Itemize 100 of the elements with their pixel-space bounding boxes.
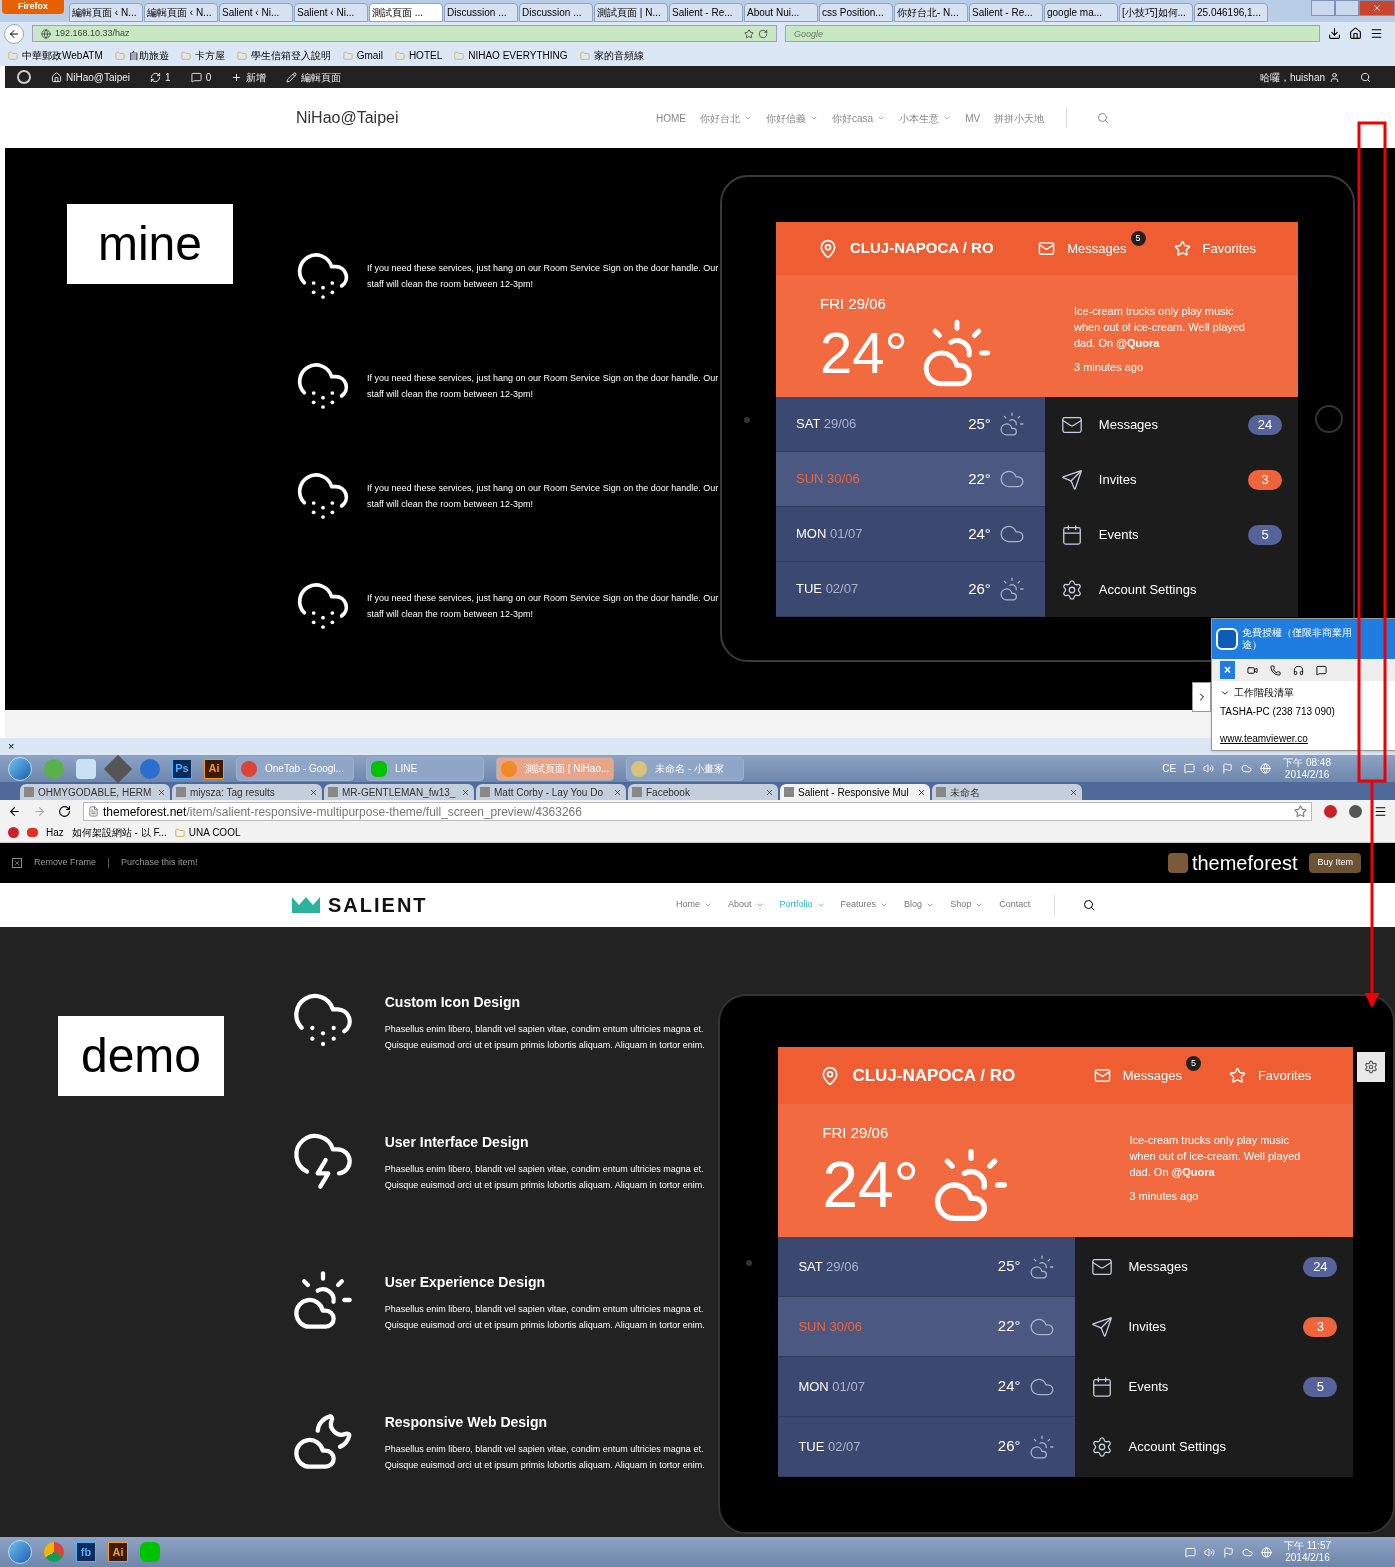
star-icon[interactable] (1228, 1067, 1246, 1084)
browser-tab[interactable]: 未命名 (932, 784, 1082, 800)
close-icon[interactable] (1069, 787, 1078, 797)
mail-icon[interactable] (1038, 240, 1056, 257)
bookmark-link[interactable]: Haz (46, 825, 64, 840)
close-icon[interactable] (157, 787, 166, 797)
bookmark-star-icon[interactable] (744, 28, 754, 39)
find-bar-close-button[interactable]: × (8, 741, 15, 752)
bookmark-link[interactable]: UNA COOL (174, 825, 241, 840)
menu-item[interactable]: Events 5 (1074, 1357, 1354, 1417)
browser-tab[interactable]: [小技巧]如何... (1119, 3, 1193, 22)
edit-page-link[interactable]: 編輯頁面 (286, 69, 342, 85)
close-icon[interactable] (613, 787, 622, 797)
headset-icon[interactable] (1293, 664, 1304, 676)
flag-icon[interactable] (1222, 763, 1234, 774)
browser-tab[interactable]: 測試頁面 | N... (594, 3, 668, 22)
bookmark-link[interactable]: 如何架設網站 - 以 F... (71, 825, 167, 840)
nav-link[interactable]: About (728, 898, 764, 912)
forecast-row[interactable]: TUE 02/07 26° (778, 1417, 1075, 1477)
bookmark-link[interactable]: 中華郵政WebATM (8, 48, 103, 63)
nav-link[interactable]: 小本生意 (899, 110, 952, 126)
nav-link[interactable]: 你好台北 (700, 110, 752, 126)
chat-icon[interactable] (1316, 664, 1327, 676)
app-icon[interactable]: Ps (172, 758, 192, 779)
star-icon[interactable] (1173, 240, 1191, 257)
expand-tab[interactable] (1192, 682, 1211, 712)
menu-item[interactable]: Events 5 (1044, 507, 1298, 562)
menu-item[interactable]: Invites 3 (1074, 1297, 1354, 1357)
bookmark-link[interactable]: Gmail (342, 48, 383, 63)
site-link[interactable]: NiHao@Taipei (51, 69, 131, 85)
site-logo[interactable]: NiHao@Taipei (296, 106, 656, 130)
download-icon[interactable] (1328, 27, 1341, 40)
menu-item[interactable]: Invites 3 (1044, 452, 1298, 507)
updates-link[interactable]: 1 (150, 69, 171, 85)
forecast-row[interactable]: SUN 30/06 22° (776, 452, 1045, 507)
reload-icon[interactable] (58, 805, 71, 818)
close-button[interactable]: × (1220, 661, 1235, 679)
teamviewer-link[interactable]: www.teamviewer.co (1212, 731, 1395, 746)
site-logo[interactable]: SALIENT (328, 890, 676, 920)
forecast-row[interactable]: SUN 30/06 22° (778, 1297, 1075, 1357)
menu-item[interactable]: Account Settings (1044, 562, 1298, 617)
browser-tab[interactable]: About Nui... (744, 3, 818, 22)
flag-icon[interactable] (1222, 1546, 1234, 1558)
address-field[interactable]: 192.168.10.33/haz (32, 25, 777, 42)
browser-tab[interactable]: MR-GENTLEMAN_fw13_ (324, 784, 474, 800)
mail-icon[interactable] (1093, 1067, 1111, 1084)
search-field[interactable]: Google (785, 25, 1320, 42)
browser-tab[interactable]: 你好台北- N... (894, 3, 968, 22)
browser-tab[interactable]: miysza: Tag results (172, 784, 322, 800)
session-item[interactable]: TASHA-PC (238 713 090) (1212, 704, 1395, 719)
start-button[interactable] (8, 756, 32, 781)
browser-tab[interactable]: Salient - Re... (969, 3, 1043, 22)
bookmark-link[interactable]: NIHAO EVERYTHING (454, 48, 568, 63)
menu-item[interactable]: Account Settings (1074, 1417, 1354, 1477)
app-icon[interactable]: Ai (108, 1542, 128, 1562)
nav-link[interactable]: Home (676, 898, 712, 912)
buy-item-button[interactable]: Buy Item (1309, 853, 1361, 873)
remove-frame-link[interactable]: Remove Frame (34, 856, 96, 870)
menu-icon[interactable] (1374, 805, 1387, 818)
bookmark-link[interactable]: HOTEL (394, 48, 443, 63)
search-icon[interactable] (1083, 899, 1096, 911)
settings-button[interactable] (1357, 1052, 1385, 1082)
close-icon[interactable] (765, 787, 774, 797)
bookmark-link[interactable]: 家的音頻線 (579, 48, 644, 63)
home-icon[interactable] (1349, 27, 1362, 40)
nav-link[interactable]: Blog (904, 898, 935, 912)
browser-tab[interactable]: Salient ‹ Ni... (219, 3, 293, 22)
phone-icon[interactable] (1270, 664, 1281, 676)
menu-item[interactable]: Messages 24 (1044, 397, 1298, 452)
start-button[interactable] (8, 1540, 32, 1564)
network-icon[interactable] (1260, 1546, 1272, 1558)
close-button[interactable] (12, 858, 22, 868)
menu-icon[interactable] (1370, 27, 1383, 40)
close-icon[interactable] (461, 787, 470, 797)
close-icon[interactable] (309, 787, 318, 797)
browser-tab[interactable]: Facebook (628, 784, 778, 800)
browser-tab[interactable]: google ma... (1044, 3, 1118, 22)
forecast-row[interactable]: MON 01/07 24° (778, 1357, 1075, 1417)
browser-tab[interactable]: Matt Corby - Lay You Do (476, 784, 626, 800)
nav-link[interactable]: 拼拼小天地 (994, 110, 1045, 126)
browser-tab[interactable]: 編輯頁面 ‹ N... (69, 3, 143, 22)
bookmark-link[interactable]: 自助旅遊 (114, 48, 169, 63)
browser-tab[interactable]: Discussion ... (444, 3, 518, 22)
account-link[interactable]: 哈囉，huishan (1259, 69, 1340, 85)
back-button[interactable] (4, 23, 24, 44)
purchase-link[interactable]: Purchase this item! (121, 856, 198, 870)
cloud-icon[interactable] (1241, 1546, 1253, 1558)
nav-link[interactable]: 你好casa (832, 110, 886, 126)
browser-tab[interactable]: css Position... (819, 3, 893, 22)
address-field[interactable]: themeforest.net/item/salient-responsive-multipurpose-theme/full_screen_preview/4363266 (83, 802, 1312, 821)
bookmark-link[interactable]: 學生信箱登入說明 (236, 48, 331, 63)
browser-tab[interactable]: Salient ‹ Ni... (294, 3, 368, 22)
forecast-row[interactable]: TUE 02/07 26° (776, 562, 1045, 617)
nav-link[interactable]: MV (965, 110, 981, 126)
menu-item[interactable]: Messages 24 (1074, 1237, 1354, 1297)
app-icon[interactable]: Ai (204, 758, 224, 779)
back-icon[interactable] (8, 805, 21, 818)
nav-link[interactable]: Features (840, 898, 889, 912)
nav-link[interactable]: Shop (950, 898, 984, 912)
maximize-button[interactable] (1335, 0, 1359, 16)
